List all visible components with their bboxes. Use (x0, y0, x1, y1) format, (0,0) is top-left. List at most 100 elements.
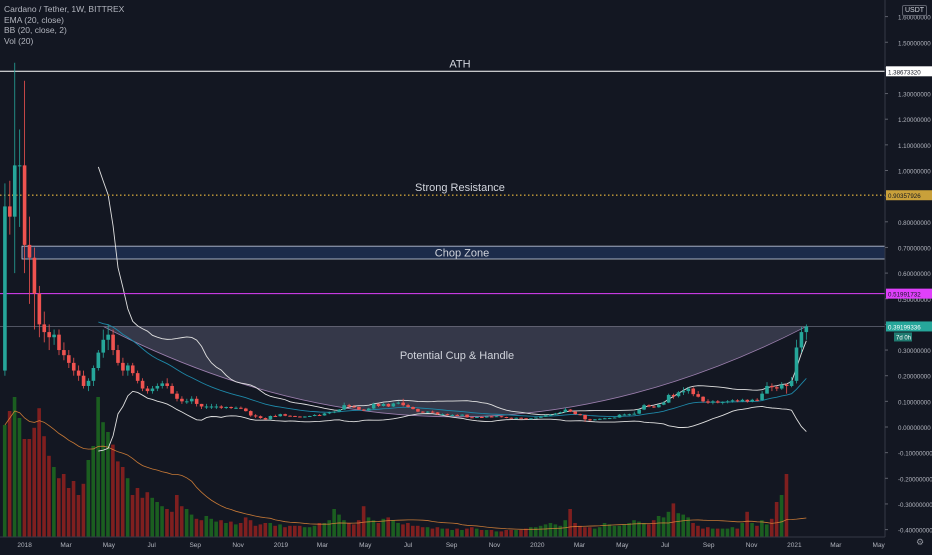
candle-body (765, 385, 769, 394)
candle-body (460, 414, 464, 416)
volume-bar (420, 527, 425, 537)
candle-body (27, 244, 32, 258)
candle-body (150, 388, 155, 392)
x-tick-label: Nov (746, 542, 758, 549)
volume-bar (317, 523, 322, 537)
x-tick-label: May (103, 542, 116, 549)
candle-body (725, 401, 730, 403)
indicator-vol[interactable]: Vol (20) (4, 36, 124, 47)
volume-bar (307, 527, 312, 537)
candle-body (666, 394, 671, 403)
x-tick-label: Sep (446, 542, 458, 549)
volume-bar (681, 514, 686, 537)
price-tag-label: 0.51991732 (888, 292, 921, 299)
candle-body (253, 415, 258, 417)
volume-bar (745, 511, 749, 537)
candle-body (421, 411, 425, 413)
candle-body (288, 415, 292, 417)
volume-bar (455, 528, 459, 537)
volume-bar (268, 523, 273, 537)
volume-bar (2, 425, 7, 537)
candle-body (357, 406, 361, 410)
indicator-ema[interactable]: EMA (20, close) (4, 15, 124, 26)
x-tick-label: May (359, 542, 372, 549)
candle-body (121, 362, 125, 371)
candle-body (607, 418, 612, 420)
x-tick-label: 2018 (17, 542, 32, 549)
candle-body (332, 411, 337, 413)
candle-body (160, 383, 165, 386)
y-tick-label: -0.30000000 (898, 502, 932, 509)
x-tick-label: 2020 (530, 542, 545, 549)
candle-body (303, 416, 307, 418)
volume-bar (312, 525, 317, 537)
volume-bar (352, 524, 356, 537)
gear-icon[interactable]: ⚙ (916, 537, 924, 548)
candle-body (116, 350, 120, 363)
candle-body (657, 404, 661, 408)
candle-body (101, 339, 106, 353)
candle-body (135, 373, 140, 381)
candle-body (47, 332, 51, 338)
volume-bar (165, 509, 169, 537)
currency-badge[interactable]: USDT (902, 5, 928, 16)
price-chart[interactable]: ATH Strong Resistance Chop Zone Potential C… (0, 0, 932, 550)
candle-body (209, 406, 214, 408)
volume-bar (135, 488, 140, 537)
candle-body (111, 334, 115, 351)
volume-bar (273, 525, 277, 537)
indicator-bb[interactable]: BB (20, close, 2) (4, 25, 124, 36)
candle-body (317, 414, 322, 416)
candle-body (735, 400, 740, 402)
volume-bar (627, 523, 631, 537)
pattern-label: Potential Cup & Handle (400, 350, 514, 362)
candle-body (470, 417, 474, 419)
volume-bar (209, 518, 214, 537)
y-tick-label: 1.10000000 (898, 143, 931, 150)
volume-bar (524, 528, 528, 537)
volume-bar (263, 523, 268, 537)
volume-bar (238, 523, 243, 537)
volume-bar (234, 524, 238, 537)
volume-bar (676, 513, 681, 537)
volume-bar (597, 527, 602, 537)
volume-bar (155, 502, 159, 537)
candle-body (632, 413, 637, 415)
volume-bar (632, 520, 636, 537)
y-tick-label: 1.20000000 (898, 117, 931, 124)
candle-body (401, 402, 405, 406)
candle-body (465, 414, 469, 418)
volume-bar (415, 525, 420, 537)
candle-body (337, 409, 342, 412)
chart-stage[interactable]: ATH Strong Resistance Chop Zone Potential C… (0, 0, 932, 550)
candle-body (32, 257, 37, 294)
volume-bar (194, 518, 199, 537)
volume-bar (769, 518, 774, 537)
candle-body (602, 418, 607, 420)
candle-body (652, 406, 656, 408)
y-tick-label: 0.30000000 (898, 348, 931, 355)
volume-bar (347, 523, 351, 537)
candle-body (106, 334, 110, 340)
symbol-title[interactable]: Cardano / Tether, 1W, BITTREX (4, 4, 124, 15)
volume-bar (150, 497, 155, 537)
candle-body (435, 412, 440, 415)
volume-bar (779, 495, 784, 537)
last-price-label: 0.39199336 (888, 324, 921, 331)
volume-bar (533, 527, 538, 537)
volume-bar (391, 520, 395, 537)
volume-bar (647, 524, 651, 537)
candle-body (86, 380, 91, 386)
candle-body (779, 384, 784, 389)
candle-body (214, 406, 219, 408)
volume-bar (504, 530, 509, 537)
volume-bar (696, 525, 700, 537)
candle-body (312, 414, 317, 416)
volume-bar (204, 516, 209, 537)
volume-bar (125, 478, 130, 537)
candle-body (189, 398, 194, 402)
volume-bar (592, 528, 597, 537)
candle-body (543, 415, 548, 417)
candle-body (204, 406, 209, 408)
volume-bar (474, 528, 479, 537)
